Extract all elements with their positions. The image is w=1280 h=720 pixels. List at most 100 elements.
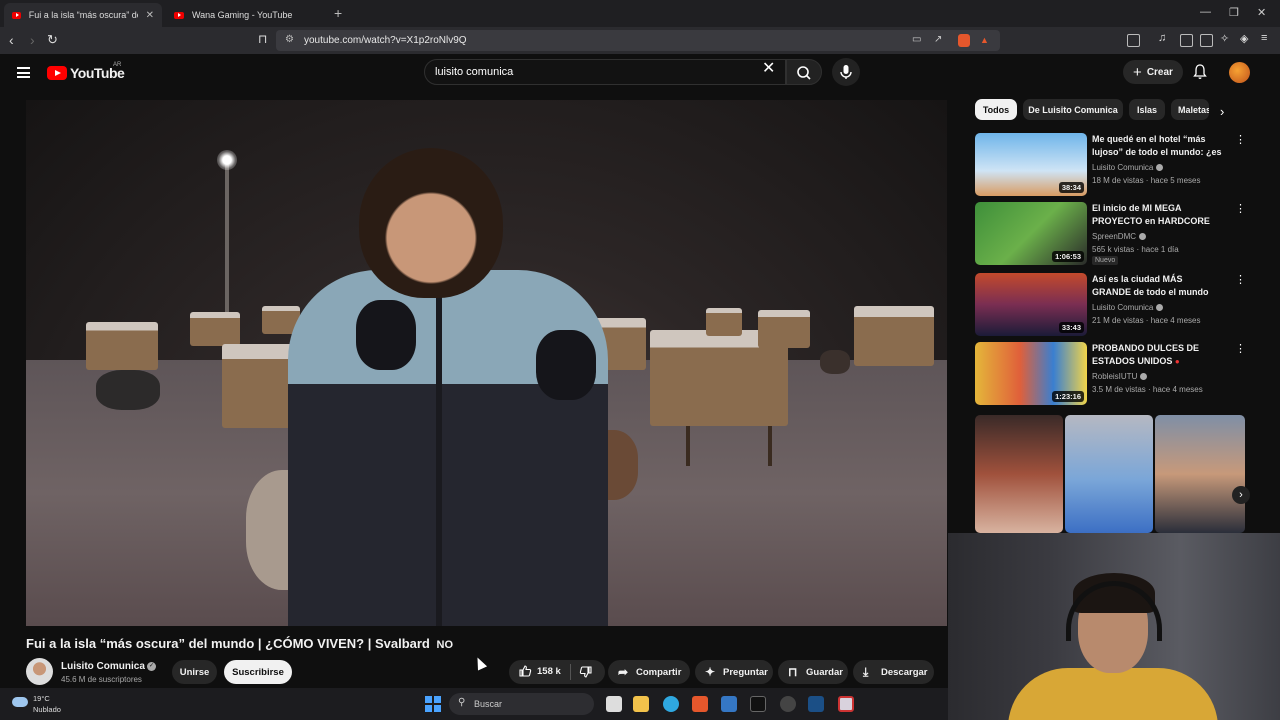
wallet-icon[interactable] bbox=[1200, 34, 1213, 47]
search-button[interactable] bbox=[786, 59, 822, 85]
more-options-icon[interactable]: ⋮ bbox=[1235, 275, 1246, 286]
video-player[interactable] bbox=[26, 100, 947, 626]
chevron-right-icon[interactable]: › bbox=[1220, 104, 1224, 119]
microphone-icon bbox=[840, 65, 852, 79]
recommendation-thumbnail[interactable]: 38:34 bbox=[975, 133, 1087, 196]
forward-icon[interactable]: › bbox=[30, 32, 35, 48]
share-page-icon[interactable]: ↗ bbox=[934, 34, 942, 45]
photos-icon[interactable] bbox=[721, 696, 737, 712]
share-button[interactable]: ➦ Compartir bbox=[608, 660, 690, 684]
chip-islas[interactable]: Islas bbox=[1129, 99, 1165, 120]
steam-icon[interactable] bbox=[808, 696, 824, 712]
create-button[interactable]: + Crear bbox=[1123, 60, 1183, 84]
new-tab-icon[interactable]: + bbox=[334, 5, 342, 21]
short-thumbnail[interactable] bbox=[1155, 415, 1245, 533]
join-button[interactable]: Unirse bbox=[172, 660, 217, 684]
recommendation-channel: Luisito Comunica bbox=[1092, 303, 1164, 312]
recommendation-item[interactable]: 1:06:53 El inicio de MI MEGA PROYECTO en… bbox=[975, 202, 1246, 266]
video-duration: 1:23:16 bbox=[1052, 391, 1084, 402]
youtube-favicon-icon bbox=[174, 11, 184, 19]
more-options-icon[interactable]: ⋮ bbox=[1235, 135, 1246, 146]
recommendation-title[interactable]: PROBANDO DULCES DE ESTADOS UNIDOS ● bbox=[1092, 342, 1224, 368]
more-options-icon[interactable]: ⋮ bbox=[1235, 344, 1246, 355]
vpn-icon[interactable]: ◈ bbox=[1240, 32, 1248, 45]
channel-avatar[interactable] bbox=[26, 658, 53, 685]
video-duration: 33:43 bbox=[1058, 322, 1084, 333]
url-text: youtube.com/watch?v=X1p2roNlv9Q bbox=[304, 35, 467, 46]
recommendation-thumbnail[interactable]: 33:43 bbox=[975, 273, 1087, 336]
recommendation-item[interactable]: 38:34 Me quedé en el hotel “más lujoso” … bbox=[975, 133, 1246, 197]
brave-icon[interactable] bbox=[692, 696, 708, 712]
back-icon[interactable]: ‹ bbox=[9, 32, 14, 48]
leo-ai-icon[interactable]: ✧ bbox=[1220, 32, 1229, 45]
save-button[interactable]: ⊓ Guardar bbox=[778, 660, 848, 684]
hamburger-menu-icon[interactable] bbox=[17, 67, 30, 78]
taskbar-search-input[interactable]: ⚲ Buscar bbox=[449, 693, 594, 715]
recommendation-thumbnail[interactable]: 1:23:16 bbox=[975, 342, 1087, 405]
download-button[interactable]: ⤓ Descargar bbox=[853, 660, 934, 684]
app-icon[interactable] bbox=[838, 696, 854, 712]
weather-cloud-icon[interactable] bbox=[12, 697, 28, 707]
notifications-bell-icon[interactable] bbox=[1193, 64, 1207, 80]
recommendation-views: 18 M de vistas · hace 5 meses bbox=[1092, 176, 1201, 185]
dislike-button[interactable] bbox=[579, 665, 593, 684]
file-explorer-icon[interactable] bbox=[633, 696, 649, 712]
task-view-icon[interactable] bbox=[606, 696, 622, 712]
site-info-icon[interactable]: ⚙ bbox=[285, 34, 294, 45]
recommendation-channel: RobleisIUTU bbox=[1092, 372, 1148, 381]
close-window-icon[interactable]: ✕ bbox=[1257, 6, 1266, 19]
video-frame-dog bbox=[820, 350, 850, 374]
short-thumbnail[interactable] bbox=[1065, 415, 1153, 533]
subscribe-button[interactable]: Suscribirse bbox=[224, 660, 292, 684]
browser-tab[interactable]: Wana Gaming - YouTube bbox=[166, 3, 326, 27]
bookmark-icon[interactable]: ⊓ bbox=[258, 32, 267, 46]
more-options-icon[interactable]: ⋮ bbox=[1235, 204, 1246, 215]
search-value: luisito comunica bbox=[435, 66, 514, 78]
recommendation-title[interactable]: Me quedé en el hotel “más lujoso” de tod… bbox=[1092, 133, 1224, 160]
recommendation-title[interactable]: El inicio de MI MEGA PROYECTO en HARDCOR… bbox=[1092, 202, 1224, 228]
ask-button[interactable]: ✦ Preguntar bbox=[695, 660, 773, 684]
taskbar-search-placeholder: Buscar bbox=[474, 699, 503, 709]
extensions-icon[interactable] bbox=[1127, 34, 1140, 47]
media-icon[interactable]: ♫ bbox=[1158, 32, 1166, 44]
sidebar-toggle-icon[interactable] bbox=[1180, 34, 1193, 47]
tab-close-icon[interactable]: ✕ bbox=[146, 10, 154, 21]
like-button[interactable] bbox=[518, 664, 532, 683]
brave-shields-icon[interactable] bbox=[958, 34, 970, 47]
weather-temperature: 19°C bbox=[33, 694, 50, 703]
video-frame-person-jacket bbox=[288, 270, 608, 626]
verified-check-icon: ✓ bbox=[147, 662, 156, 671]
thumbs-up-icon bbox=[519, 665, 532, 677]
ask-label: Preguntar bbox=[723, 666, 768, 678]
recommendation-title[interactable]: Así es la ciudad MÁS GRANDE de todo el m… bbox=[1092, 273, 1224, 300]
browser-tab-active[interactable]: Fui a la isla “más oscura” del m ✕ bbox=[4, 3, 162, 27]
url-field[interactable]: ⚙ youtube.com/watch?v=X1p2roNlv9Q ▭ ↗ ▲ bbox=[276, 30, 1000, 51]
obs-icon[interactable] bbox=[780, 696, 796, 712]
cast-icon[interactable]: ▭ bbox=[912, 34, 921, 45]
verified-check-icon bbox=[1156, 164, 1164, 172]
windows-start-icon[interactable] bbox=[425, 696, 441, 712]
short-thumbnail[interactable] bbox=[975, 415, 1063, 533]
edge-icon[interactable] bbox=[663, 696, 679, 712]
recommendation-channel-name: Luisito Comunica bbox=[1092, 163, 1154, 172]
recommendation-item[interactable]: 1:23:16 PROBANDO DULCES DE ESTADOS UNIDO… bbox=[975, 342, 1246, 406]
verified-check-icon bbox=[1156, 304, 1164, 312]
like-count: 158 k bbox=[537, 666, 561, 677]
capcut-icon[interactable] bbox=[750, 696, 766, 712]
minimize-icon[interactable]: — bbox=[1200, 6, 1211, 18]
voice-search-button[interactable] bbox=[832, 58, 860, 86]
chip-todos[interactable]: Todos bbox=[975, 99, 1017, 120]
restore-icon[interactable]: ❐ bbox=[1229, 6, 1239, 19]
clear-search-icon[interactable]: ✕ bbox=[762, 61, 775, 77]
profile-avatar[interactable] bbox=[1229, 62, 1250, 83]
menu-icon[interactable]: ≡ bbox=[1261, 32, 1267, 44]
recommendation-item[interactable]: 33:43 Así es la ciudad MÁS GRANDE de tod… bbox=[975, 273, 1246, 337]
search-input[interactable]: luisito comunica bbox=[424, 59, 786, 85]
recommendation-thumbnail[interactable]: 1:06:53 bbox=[975, 202, 1087, 265]
chip-de-luisito-comunica[interactable]: De Luisito Comunica bbox=[1023, 99, 1123, 120]
channel-name[interactable]: Luisito Comunica bbox=[61, 661, 145, 672]
reload-icon[interactable]: ↻ bbox=[47, 32, 58, 48]
brave-rewards-icon[interactable]: ▲ bbox=[980, 35, 989, 45]
chip-maletas[interactable]: Maletas bbox=[1171, 99, 1209, 120]
chevron-right-icon[interactable]: › bbox=[1232, 486, 1250, 504]
